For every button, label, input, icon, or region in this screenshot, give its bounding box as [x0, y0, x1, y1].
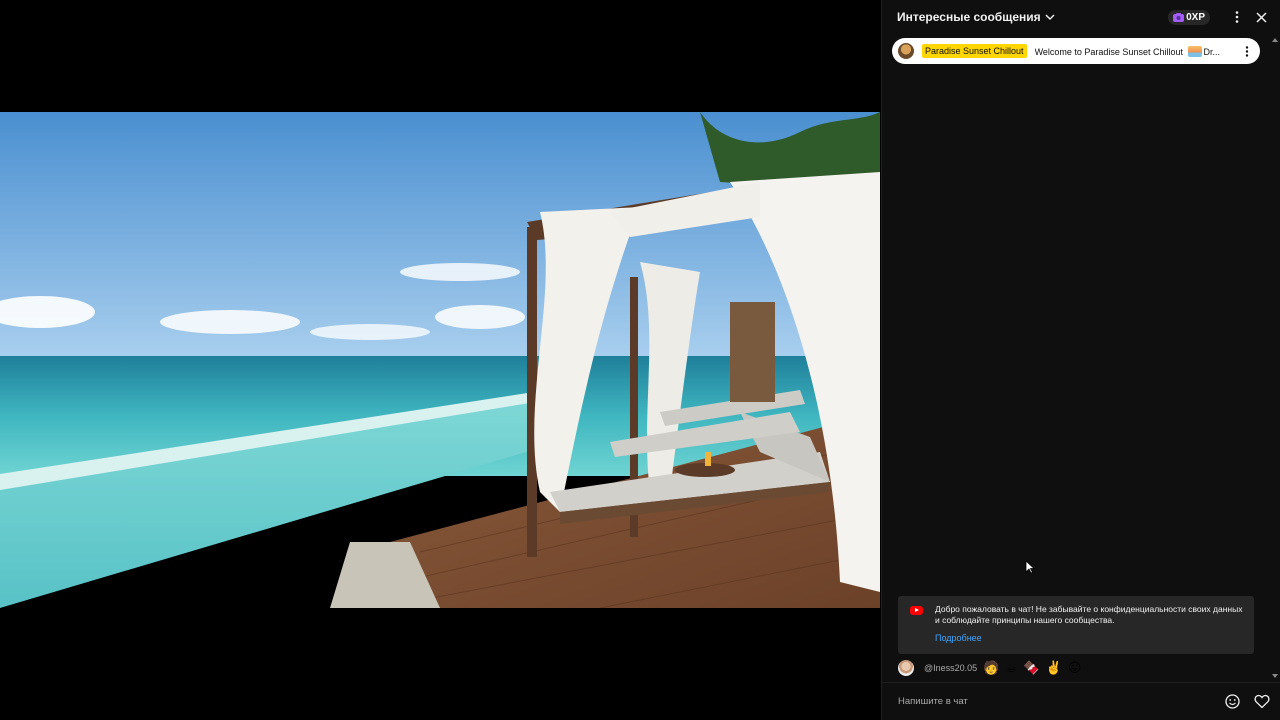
scroll-down-arrow-icon[interactable]: [1272, 674, 1278, 678]
pinned-message-main: Welcome to Paradise Sunset Chillout: [1034, 46, 1183, 57]
camera-badge-icon: [1173, 12, 1185, 22]
xp-label: 0XP: [1186, 11, 1205, 23]
welcome-text: Добро пожаловать в чат! Не забывайте о к…: [935, 604, 1243, 625]
pinned-message-tail: Dr...: [1203, 46, 1221, 57]
smile-icon[interactable]: [1223, 693, 1241, 711]
user-avatar: [898, 660, 914, 676]
chevron-down-icon: [1045, 14, 1055, 20]
message-text: 🧑 ☕ 🍫 ✌️ 😛: [983, 660, 1083, 676]
scroll-up-arrow-icon[interactable]: [1272, 38, 1278, 42]
chat-input-bar: [882, 682, 1280, 720]
chat-title: Интересные сообщения: [897, 10, 1041, 24]
welcome-banner: Добро пожаловать в чат! Не забывайте о к…: [898, 596, 1254, 654]
youtube-icon: [910, 606, 923, 615]
close-icon[interactable]: [1252, 8, 1270, 26]
xp-badge[interactable]: 0XP: [1168, 9, 1210, 25]
chat-message[interactable]: @Iness20.05 🧑 ☕ 🍫 ✌️ 😛: [898, 659, 1082, 677]
heart-icon[interactable]: [1253, 693, 1271, 711]
learn-more-link[interactable]: Подробнее: [935, 633, 982, 643]
live-chat-panel: Интересные сообщения 0XP Paradise Sunset…: [881, 0, 1280, 720]
pinned-author: Paradise Sunset Chillout: [922, 44, 1027, 58]
video-player[interactable]: [0, 0, 880, 720]
message-author: @Iness20.05: [924, 663, 978, 673]
sunset-emoji: [1187, 45, 1202, 57]
pinned-more-icon[interactable]: [1240, 44, 1254, 58]
chat-input[interactable]: [898, 696, 1211, 707]
channel-avatar: [898, 43, 914, 59]
pinned-message-text: Welcome to Paradise Sunset Chillout Dr..…: [1034, 45, 1240, 57]
chat-mode-dropdown[interactable]: Интересные сообщения: [897, 10, 1055, 24]
video-frame[interactable]: [0, 112, 880, 608]
pinned-message[interactable]: Paradise Sunset Chillout Welcome to Para…: [892, 38, 1260, 64]
mouse-cursor-icon: [1025, 560, 1035, 574]
video-scene-image: [0, 112, 880, 608]
more-vert-icon[interactable]: [1228, 8, 1246, 26]
chat-scrollbar[interactable]: [1268, 34, 1280, 682]
chat-header: Интересные сообщения 0XP: [882, 0, 1280, 34]
